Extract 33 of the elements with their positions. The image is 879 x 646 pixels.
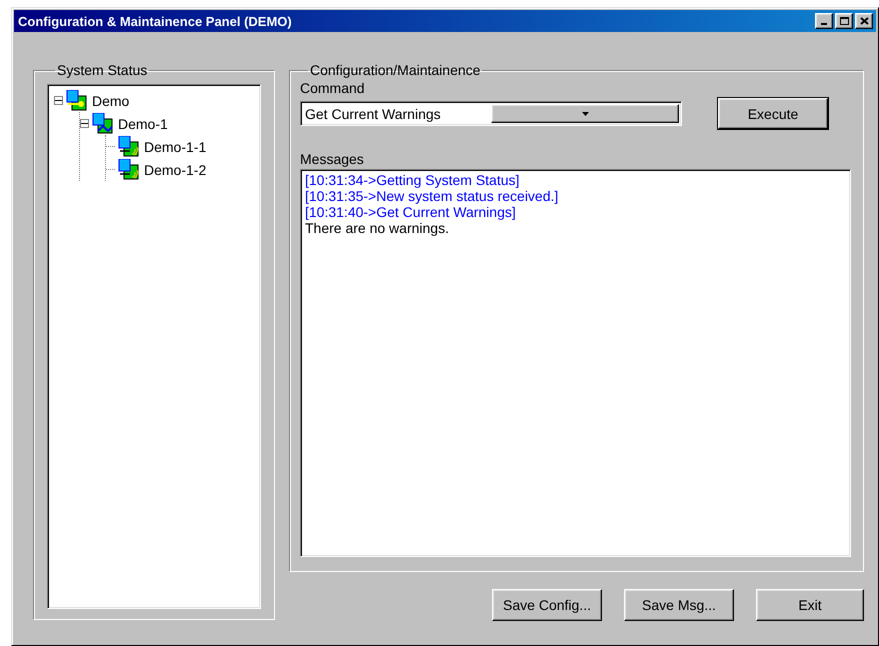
tree-node-label[interactable]: Demo-1-2 [142, 162, 208, 178]
group-title: Configuration/Maintainence [309, 62, 482, 78]
log-entry: [10:31:34->Getting System Status] [305, 172, 520, 188]
log-entry: [10:31:35->New system status received.] [305, 188, 560, 204]
dropdown-arrow-button[interactable] [491, 104, 679, 123]
minus-icon [55, 97, 62, 104]
command-label: Command [300, 80, 366, 98]
minus-icon [81, 120, 88, 127]
window-title: Configuration & Maintainence Panel (DEMO) [18, 14, 293, 28]
close-icon [860, 17, 868, 25]
caret-icon [582, 112, 588, 116]
monitor-node-icon [66, 90, 87, 111]
signal-node-icon [118, 136, 139, 157]
group-title: System Status [56, 62, 148, 78]
dialog-button[interactable]: Save Msg... [624, 589, 734, 621]
tree-node-label[interactable]: Demo-1 [116, 116, 170, 132]
log-entry: [10:31:40->Get Current Warnings] [305, 204, 517, 220]
tree-node-label[interactable]: Demo-1-1 [142, 138, 208, 154]
minimize-button[interactable] [815, 13, 833, 29]
execute-button[interactable]: Execute [718, 98, 828, 129]
collapse-toggle[interactable] [80, 119, 89, 128]
tree-node-label[interactable]: Demo [90, 92, 132, 108]
close-button[interactable] [855, 13, 873, 29]
message-text: There are no warnings. [305, 220, 450, 236]
command-dropdown[interactable]: Get Current Warnings [300, 101, 682, 126]
maximize-icon [840, 17, 848, 25]
collapse-toggle[interactable] [54, 96, 63, 105]
signal-node-icon [118, 159, 139, 180]
messages-label: Messages [300, 151, 365, 169]
maximize-button[interactable] [835, 13, 853, 29]
dialog-button[interactable]: Exit [756, 589, 864, 621]
wave-node-icon [92, 113, 113, 134]
dialog-button[interactable]: Save Config... [492, 589, 602, 621]
